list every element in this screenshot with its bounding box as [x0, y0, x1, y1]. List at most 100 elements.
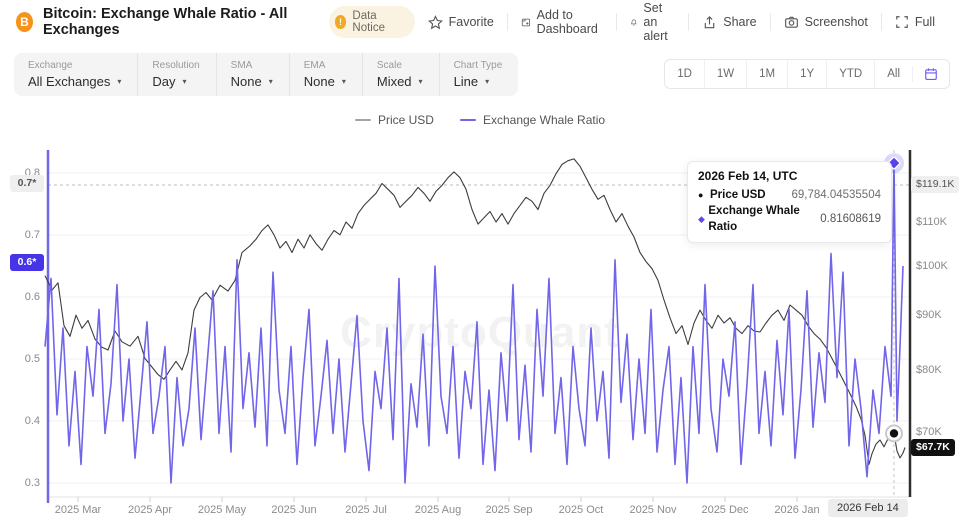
right-axis-label: $80K [916, 364, 942, 376]
right-axis-label: $90K [916, 309, 942, 321]
bitcoin-icon: B [16, 12, 33, 32]
share-label: Share [723, 15, 756, 29]
legend-item[interactable]: Price USD [355, 113, 434, 127]
filter-label: Scale [377, 60, 423, 71]
share-button[interactable]: Share [688, 13, 769, 31]
range-all[interactable]: All [874, 60, 912, 88]
page-title: Bitcoin: Exchange Whale Ratio - All Exch… [43, 6, 319, 38]
last-price-pill: $67.7K [911, 439, 955, 456]
price-dot-icon: ● [698, 187, 710, 203]
x-axis-label: 2025 Apr [114, 504, 186, 516]
data-notice-badge[interactable]: ! Data Notice [329, 6, 415, 38]
app-window: B Bitcoin: Exchange Whale Ratio - All Ex… [0, 0, 960, 522]
filter-scale[interactable]: Scale Mixed ▾ [362, 53, 439, 96]
chevron-down-icon: ▾ [419, 77, 423, 86]
chart-legend: Price USD Exchange Whale Ratio [0, 104, 960, 136]
controls-row: Exchange All Exchanges ▾ Resolution Day ▾ SMA N… [0, 44, 960, 104]
filter-label: Resolution [152, 60, 199, 71]
right-axis-label: $100K [916, 260, 948, 272]
x-axis-label: 2026 Jan [761, 504, 833, 516]
tooltip: 2026 Feb 14, UTC ● Price USD 69,784.0453… [687, 161, 892, 243]
crosshair-date-pill: 2026 Feb 14 [828, 499, 908, 517]
filter-bar: Exchange All Exchanges ▾ Resolution Day ▾ SMA N… [14, 53, 518, 96]
calendar-icon [924, 67, 938, 81]
filter-ema[interactable]: EMA None ▾ [289, 53, 362, 96]
x-axis-label: 2025 Sep [473, 504, 545, 516]
legend-label: Exchange Whale Ratio [483, 113, 605, 127]
filter-value: Day [152, 74, 175, 89]
camera-icon [784, 15, 799, 30]
chevron-down-icon: ▾ [342, 77, 346, 86]
x-axis-label: 2025 Nov [617, 504, 689, 516]
range-selector: 1D1W1M1YYTDAll [664, 59, 950, 89]
fullscreen-button[interactable]: Full [881, 13, 948, 31]
filter-resolution[interactable]: Resolution Day ▾ [137, 53, 215, 96]
left-axis-label: 0.7 [0, 229, 40, 241]
filter-value: All Exchanges [28, 74, 110, 89]
range-1m[interactable]: 1M [746, 60, 787, 88]
filter-value: Mixed [377, 74, 412, 89]
left-axis-label: 0.3 [0, 477, 40, 489]
x-axis-label: 2025 Aug [402, 504, 474, 516]
x-axis-label: 2025 Dec [689, 504, 761, 516]
header: B Bitcoin: Exchange Whale Ratio - All Ex… [0, 0, 960, 44]
share-icon [702, 15, 717, 30]
tooltip-ratio-row: ◆ Exchange Whale Ratio 0.81608619 [698, 203, 881, 235]
filter-label: EMA [304, 60, 346, 71]
right-axis-pill: $119.1K [911, 176, 959, 193]
set-alert-label: Set an alert [643, 1, 675, 43]
legend-label: Price USD [378, 113, 434, 127]
filter-value: Line [454, 74, 479, 89]
legend-swatch-icon [355, 119, 371, 121]
range-buttons: 1D1W1M1YYTDAll [665, 60, 912, 88]
x-axis-label: 2025 Oct [545, 504, 617, 516]
set-alert-button[interactable]: Set an alert [616, 13, 688, 31]
data-notice-label: Data Notice [352, 10, 402, 34]
bell-icon [630, 15, 637, 30]
left-axis-pill: 0.7* [10, 175, 44, 192]
left-axis-label: 0.5 [0, 353, 40, 365]
left-axis-label: 0.4 [0, 415, 40, 427]
add-to-dashboard-button[interactable]: Add to Dashboard [507, 13, 616, 31]
filter-value: None [231, 74, 262, 89]
filter-label: Exchange [28, 60, 121, 71]
legend-item[interactable]: Exchange Whale Ratio [460, 113, 605, 127]
range-1w[interactable]: 1W [704, 60, 746, 88]
tooltip-ratio-label: Exchange Whale Ratio [708, 203, 815, 235]
screenshot-button[interactable]: Screenshot [770, 13, 881, 31]
fullscreen-label: Full [915, 15, 935, 29]
filter-sma[interactable]: SMA None ▾ [216, 53, 289, 96]
add-to-dashboard-label: Add to Dashboard [537, 8, 603, 36]
chevron-down-icon: ▾ [269, 77, 273, 86]
tooltip-date: 2026 Feb 14, UTC [698, 169, 881, 183]
left-axis-label: 0.6 [0, 291, 40, 303]
range-1y[interactable]: 1Y [787, 60, 826, 88]
favorite-label: Favorite [449, 15, 494, 29]
ratio-diamond-icon: ◆ [698, 211, 708, 227]
x-axis-label: 2025 May [186, 504, 258, 516]
favorite-button[interactable]: Favorite [415, 13, 507, 31]
price-marker [890, 429, 898, 437]
filter-label: SMA [231, 60, 273, 71]
chevron-down-icon: ▾ [183, 77, 187, 86]
x-axis-label: 2025 Jun [258, 504, 330, 516]
filter-chart-type[interactable]: Chart Type Line ▾ [439, 53, 519, 96]
screenshot-label: Screenshot [805, 15, 868, 29]
tooltip-ratio-value: 0.81608619 [820, 211, 881, 227]
chevron-down-icon: ▾ [485, 77, 489, 86]
dashboard-add-icon [521, 15, 531, 30]
right-axis-label: $110K [916, 216, 947, 228]
left-axis-pill: 0.6* [10, 254, 44, 271]
x-axis-label: 2025 Mar [42, 504, 114, 516]
range-ytd[interactable]: YTD [826, 60, 874, 88]
right-axis-label: $70K [916, 426, 942, 438]
chevron-down-icon: ▾ [117, 77, 121, 86]
tooltip-price-row: ● Price USD 69,784.04535504 [698, 187, 881, 203]
range-1d[interactable]: 1D [665, 60, 704, 88]
toolbar: Favorite Add to Dashboard Set an alert S… [415, 13, 948, 31]
filter-label: Chart Type [454, 60, 503, 71]
filter-exchange[interactable]: Exchange All Exchanges ▾ [14, 53, 137, 96]
filter-value: None [304, 74, 335, 89]
chart-area[interactable]: CryptoQuant 0.80.70.60.50.40.30.7*0.6*$1… [0, 136, 960, 522]
calendar-button[interactable] [912, 66, 949, 82]
